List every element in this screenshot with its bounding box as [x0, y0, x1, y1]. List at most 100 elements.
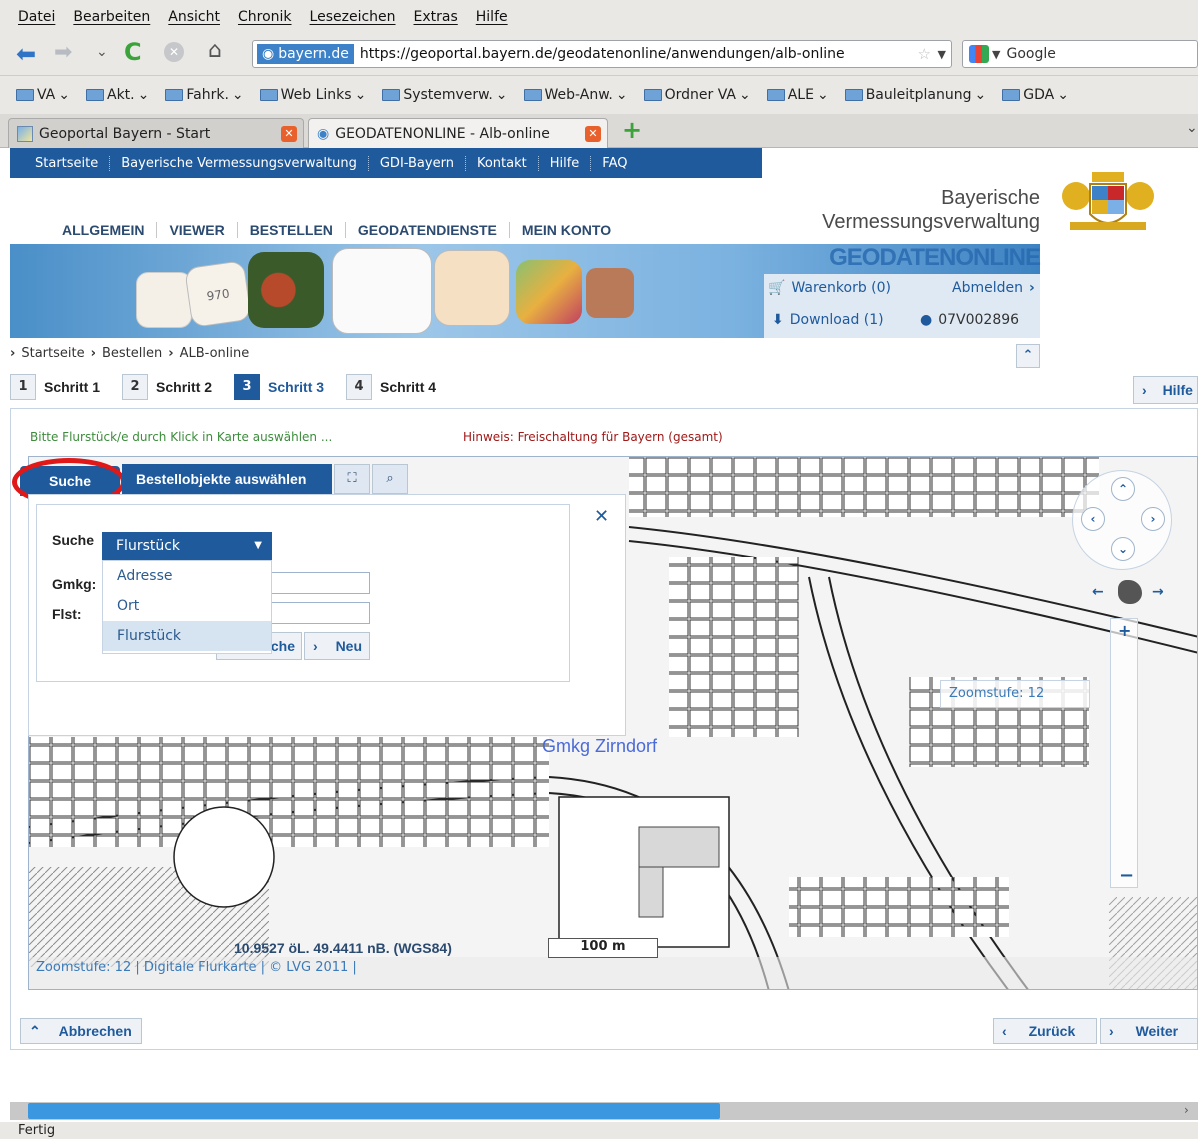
tab-geodatenonline[interactable]: ◉ GEODATENONLINE - Alb-online ✕	[308, 118, 608, 148]
step-4-label[interactable]: Schritt 4	[380, 379, 436, 395]
pan-up-icon[interactable]: ⌃	[1111, 477, 1135, 501]
status-text: Fertig	[18, 1123, 56, 1138]
menu-datei[interactable]: Datei	[18, 9, 55, 25]
tab-close-icon[interactable]: ✕	[585, 125, 601, 142]
stop-icon[interactable]: ✕	[164, 42, 184, 62]
bookmark-star-icon[interactable]: ☆	[918, 45, 931, 63]
magnifier-icon[interactable]: ⌕	[372, 464, 408, 494]
search-engine-label[interactable]: Google	[1006, 46, 1055, 62]
mainmenu-allgemein[interactable]: ALLGEMEIN	[50, 222, 158, 238]
download-link[interactable]: ⬇ Download (1)	[772, 312, 884, 328]
folder-icon	[165, 89, 184, 101]
mainmenu-viewer[interactable]: VIEWER	[157, 222, 238, 238]
url-dropdown-icon[interactable]: ▼	[938, 48, 946, 61]
gmkg-input[interactable]	[270, 572, 370, 594]
history-dropdown-icon[interactable]: ⌄	[96, 44, 108, 60]
collapse-header-button[interactable]: ⌃	[1016, 344, 1040, 368]
scrollbar-thumb[interactable]	[28, 1103, 720, 1119]
bavaria-overview-icon[interactable]	[1118, 580, 1142, 604]
tab-list-chevron-icon[interactable]: ⌄	[1186, 120, 1198, 136]
new-button[interactable]: › Neu	[304, 632, 370, 660]
breadcrumb-startseite[interactable]: Startseite	[21, 346, 84, 361]
logout-link[interactable]: Abmelden ›	[952, 280, 1035, 296]
step-3-label[interactable]: Schritt 3	[268, 379, 324, 395]
url-text[interactable]: https://geoportal.bayern.de/geodatenonli…	[360, 46, 845, 62]
menu-extras[interactable]: Extras	[414, 9, 458, 25]
cart-link[interactable]: 🛒 Warenkorb (0)	[768, 280, 891, 296]
sitenav-startseite[interactable]: Startseite	[24, 155, 111, 171]
zoom-out-icon[interactable]: −	[1119, 865, 1134, 886]
zoom-in-icon[interactable]: +	[1118, 621, 1131, 640]
tab-select-order-objects[interactable]: Bestellobjekte auswählen	[122, 464, 332, 494]
next-button[interactable]: › Weiter	[1100, 1018, 1198, 1044]
step-4-number[interactable]: 4	[346, 374, 373, 400]
google-logo-icon[interactable]	[969, 45, 989, 63]
bookmark-folder-bauleitplanung[interactable]: Bauleitplanung ⌄	[844, 87, 986, 103]
site-badge-label: bayern.de	[278, 46, 349, 62]
map-attribution: Zoomstufe: 12 | Digitale Flurkarte | © L…	[36, 960, 357, 975]
bookmark-folder-akt[interactable]: Akt. ⌄	[86, 87, 149, 103]
menu-chronik[interactable]: Chronik	[238, 9, 292, 25]
back-button[interactable]: ‹ Zurück	[993, 1018, 1097, 1044]
flst-input[interactable]	[270, 602, 370, 624]
bookmark-folder-ale[interactable]: ALE ⌄	[766, 87, 829, 103]
step-1-label[interactable]: Schritt 1	[44, 379, 100, 395]
street-map-thumbnail	[434, 250, 510, 326]
dropdown-options-list: Adresse Ort Flurstück	[102, 560, 272, 654]
folder-icon	[1002, 89, 1021, 101]
menu-hilfe[interactable]: Hilfe	[476, 9, 508, 25]
sitenav-faq[interactable]: FAQ	[591, 156, 638, 171]
forward-arrow-icon[interactable]: ➡	[54, 40, 72, 65]
pan-left-icon[interactable]: ‹	[1081, 507, 1105, 531]
pan-down-icon[interactable]: ⌄	[1111, 537, 1135, 561]
arrow-right-icon[interactable]: →	[1152, 584, 1164, 600]
menu-bearbeiten[interactable]: Bearbeiten	[73, 9, 150, 25]
cancel-button[interactable]: ⌃ Abbrechen	[20, 1018, 142, 1044]
pan-right-icon[interactable]: ›	[1141, 507, 1165, 531]
bookmark-folder-webanw[interactable]: Web-Anw. ⌄	[523, 87, 628, 103]
new-tab-plus-icon[interactable]: +	[622, 116, 642, 144]
arrow-left-icon[interactable]: ←	[1092, 584, 1104, 600]
mainmenu-bestellen[interactable]: BESTELLEN	[238, 222, 346, 238]
sitenav-vermessungsverwaltung[interactable]: Bayerische Vermessungsverwaltung	[110, 155, 369, 171]
home-icon[interactable]: ⌂	[208, 38, 222, 63]
bookmark-folder-fahrk[interactable]: Fahrk. ⌄	[165, 87, 244, 103]
bookmark-folder-ordnerva[interactable]: Ordner VA ⌄	[643, 87, 751, 103]
bookmark-folder-systemverw[interactable]: Systemverw. ⌄	[382, 87, 508, 103]
folder-icon	[766, 89, 785, 101]
tab-close-icon[interactable]: ✕	[281, 125, 297, 142]
option-adresse[interactable]: Adresse	[103, 561, 271, 591]
search-type-dropdown[interactable]: Flurstück ▼	[102, 532, 272, 560]
sitenav-gdi-bayern[interactable]: GDI-Bayern	[369, 155, 466, 171]
step-3-number[interactable]: 3	[234, 374, 261, 400]
close-icon[interactable]: ✕	[594, 506, 609, 527]
back-arrow-icon[interactable]: ⬅	[16, 40, 36, 68]
site-identity-badge[interactable]: ◉ bayern.de	[257, 44, 354, 64]
sitenav-hilfe[interactable]: Hilfe	[539, 155, 592, 171]
sitenav-kontakt[interactable]: Kontakt	[466, 155, 539, 171]
engine-dropdown-icon[interactable]: ▼	[992, 48, 1000, 61]
zoom-slider[interactable]: + −	[1110, 618, 1138, 888]
search-engine-box[interactable]: ▼ Google	[962, 40, 1198, 68]
bookmark-folder-va[interactable]: VA ⌄	[16, 87, 70, 103]
fullscreen-icon[interactable]: ⛶	[334, 464, 370, 494]
url-bar[interactable]: ◉ bayern.de https://geoportal.bayern.de/…	[252, 40, 952, 68]
step-2-number[interactable]: 2	[122, 374, 149, 400]
tab-geoportal-start[interactable]: Geoportal Bayern - Start ✕	[8, 118, 304, 148]
option-flurstueck[interactable]: Flurstück	[103, 621, 271, 651]
step-2-label[interactable]: Schritt 2	[156, 379, 212, 395]
mainmenu-mein-konto[interactable]: MEIN KONTO	[510, 222, 623, 238]
help-button[interactable]: › Hilfe	[1133, 376, 1198, 404]
menu-ansicht[interactable]: Ansicht	[168, 9, 220, 25]
chevron-up-icon: ⌃	[1022, 348, 1034, 363]
bookmark-folder-gda[interactable]: GDA ⌄	[1002, 87, 1069, 103]
breadcrumb-bestellen[interactable]: Bestellen	[102, 346, 162, 361]
scroll-right-icon[interactable]: ›	[1184, 1103, 1189, 1117]
menu-lesezeichen[interactable]: Lesezeichen	[310, 9, 396, 25]
bookmark-folder-weblinks[interactable]: Web Links ⌄	[259, 87, 366, 103]
reload-icon[interactable]: C	[124, 38, 142, 66]
option-ort[interactable]: Ort	[103, 591, 271, 621]
mainmenu-geodatendienste[interactable]: GEODATENDIENSTE	[346, 222, 510, 238]
chevron-down-icon: ⌄	[816, 87, 829, 103]
step-1-number[interactable]: 1	[10, 374, 36, 400]
